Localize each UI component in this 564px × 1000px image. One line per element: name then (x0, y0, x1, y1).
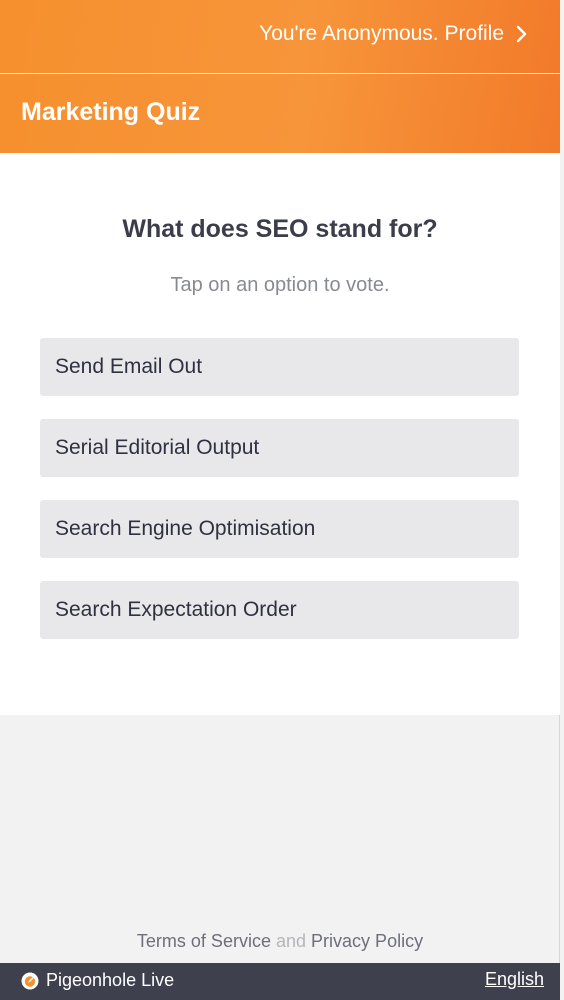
terms-link[interactable]: Terms of Service (137, 931, 271, 951)
profile-link-label: You're Anonymous. Profile (259, 22, 504, 45)
app-frame: You're Anonymous. Profile Marketing Quiz… (0, 0, 560, 1000)
brand[interactable]: Pigeonhole Live (21, 970, 174, 991)
top-bar: You're Anonymous. Profile (0, 0, 560, 73)
poll-hint: Tap on an option to vote. (170, 274, 390, 296)
poll-option-3[interactable]: Search Engine Optimisation (40, 500, 519, 558)
bottom-bar: Pigeonhole Live English (0, 963, 560, 1000)
poll-option-1[interactable]: Send Email Out (40, 338, 519, 396)
title-bar: Marketing Quiz (0, 74, 560, 153)
chevron-right-icon (516, 25, 527, 43)
poll-option-2[interactable]: Serial Editorial Output (40, 419, 519, 477)
profile-link[interactable]: You're Anonymous. Profile (259, 22, 528, 46)
brand-name: Pigeonhole Live (46, 970, 175, 990)
page-title: Marketing Quiz (21, 98, 201, 126)
poll-card: What does SEO stand for? Tap on an optio… (0, 153, 560, 715)
footer-and-text: and (275, 931, 307, 951)
poll-option-4[interactable]: Search Expectation Order (40, 581, 519, 639)
language-selector[interactable]: English (485, 969, 544, 990)
footer-links: Terms of Service and Privacy Policy (0, 931, 560, 952)
pigeonhole-logo-icon (21, 972, 39, 989)
privacy-link[interactable]: Privacy Policy (311, 931, 423, 951)
poll-question: What does SEO stand for? (122, 215, 438, 243)
